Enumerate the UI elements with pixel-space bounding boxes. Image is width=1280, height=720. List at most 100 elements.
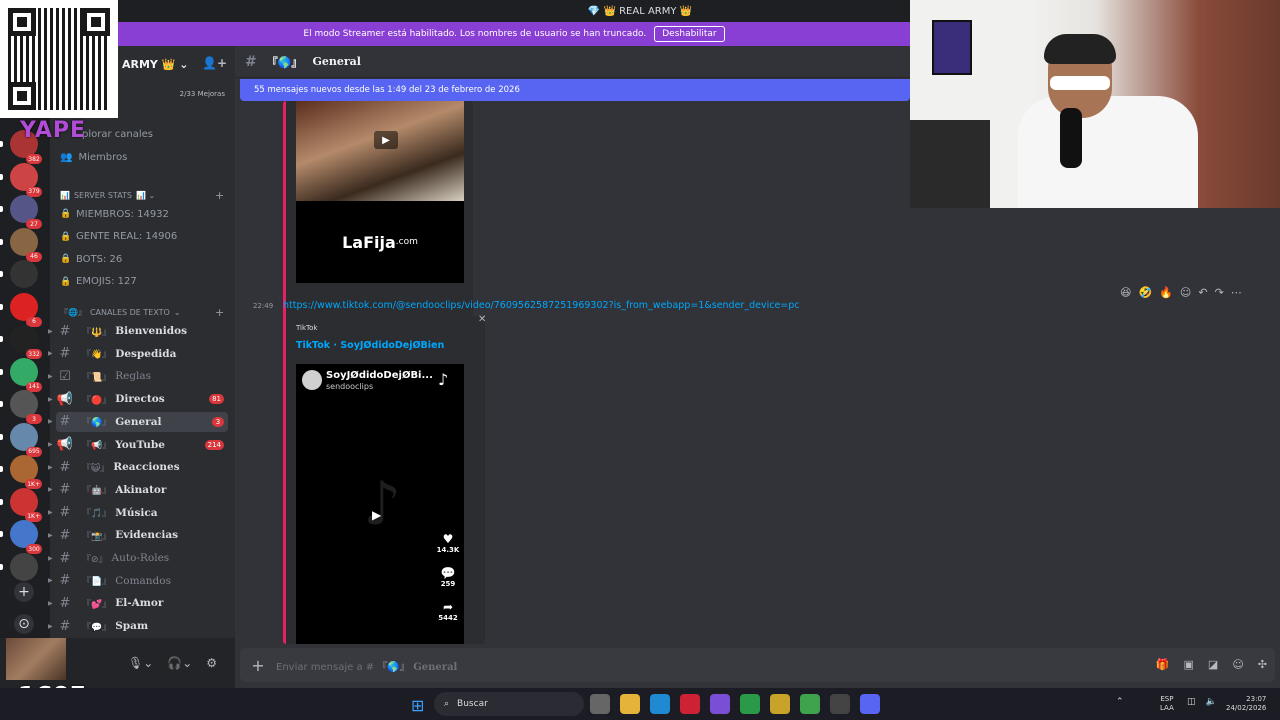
chevron-up-icon[interactable]: ⌃ (1116, 697, 1124, 707)
channel-item[interactable]: ▶ # 『😺』 Reacciones (48, 457, 228, 477)
upload-plus-icon[interactable]: + (240, 656, 276, 675)
unread-pill (0, 238, 3, 245)
video-thumbnail[interactable]: ▶ (296, 101, 464, 201)
reaction-fire-icon[interactable]: 🔥 (1159, 286, 1173, 299)
forward-icon[interactable]: ↷ (1215, 286, 1224, 299)
volume-icon[interactable]: 🔈 (1206, 697, 1217, 707)
shares-count: 5442 (438, 614, 458, 622)
shares-stat[interactable]: ➦ 5442 (436, 600, 460, 622)
windows-start-icon[interactable]: ⊞ (411, 696, 424, 715)
gift-icon[interactable]: 🎁 (1156, 658, 1170, 671)
likes-stat[interactable]: ♥ 14.3K (436, 532, 460, 554)
channel-item[interactable]: ▶ # 『💬』 Spam (48, 616, 228, 636)
channel-type-icon: # (59, 414, 71, 430)
play-icon[interactable]: ▶ (374, 131, 398, 149)
channel-item[interactable]: ▶ 📢 『📢』 YouTube 214 (48, 435, 228, 455)
stat-label: MIEMBROS: 14932 (76, 208, 169, 220)
stat-item[interactable]: 🔒 GENTE REAL: 14906 (60, 228, 177, 246)
task-view-icon[interactable] (590, 694, 610, 714)
chrome-icon[interactable] (800, 694, 820, 714)
channel-emoji: 『🌎』 (82, 418, 112, 429)
server-icon[interactable]: 46 (10, 227, 42, 262)
reaction-emoji-icon[interactable]: 😆 (1120, 286, 1131, 299)
app-icon[interactable] (680, 694, 700, 714)
server-icon[interactable]: 27 (10, 195, 42, 229)
channel-item[interactable]: ▶ # 『💕』 El-Amor (48, 593, 228, 613)
category-server-stats[interactable]: 📊 SERVER STATS 📊 ⌄ + (60, 188, 224, 202)
channel-item[interactable]: ▶ # 『📄』 Comandos (48, 571, 228, 591)
discover-icon[interactable]: ⊙ (14, 614, 34, 634)
channel-item[interactable]: ▶ # 『🔱』 Bienvenidos (48, 321, 228, 341)
channel-item[interactable]: ▶ # 『⊘』 Auto-Roles (48, 548, 228, 568)
reply-icon[interactable]: ↶ (1198, 286, 1207, 299)
taskbar-search[interactable]: ⌕ Buscar (434, 692, 584, 716)
message-composer[interactable]: + Enviar mensaje a # 『🌎』 General 🎁 ▣ ◪ ☺… (240, 648, 1275, 682)
server-icon[interactable]: 6 (10, 292, 42, 327)
members-item[interactable]: 👥 Miembros (60, 148, 127, 166)
add-member-icon[interactable]: 👤+ (202, 56, 227, 70)
wifi-icon[interactable]: ◫ (1187, 697, 1196, 707)
apps-icon[interactable]: ✣ (1258, 658, 1267, 671)
unread-caret-icon: ▶ (48, 395, 53, 403)
app-icon[interactable] (770, 694, 790, 714)
add-channel-icon[interactable]: + (215, 306, 224, 319)
server-icon[interactable]: 379 (10, 162, 42, 197)
chrome-icon[interactable] (740, 694, 760, 714)
comments-stat[interactable]: 💬 259 (436, 566, 460, 588)
channel-item[interactable]: ▶ 📢 『🔴』 Directos 81 (48, 389, 228, 409)
server-icon[interactable] (10, 260, 38, 288)
channel-item[interactable]: ▶ # 『🌎』 General 3 (48, 411, 228, 432)
ad-banner[interactable]: LaFija .com (296, 201, 464, 283)
stat-item[interactable]: 🔒 MIEMBROS: 14932 (60, 205, 169, 223)
tiktok-player[interactable]: SoyJØdidoDejØBi... sendooclips ♪ ♪ ▶ ♥ 1… (296, 364, 464, 644)
server-icon[interactable]: 1K+ (10, 455, 42, 489)
headphones-icon[interactable]: 🎧⌄ (167, 656, 192, 670)
server-icon[interactable] (10, 552, 38, 581)
channel-item[interactable]: ▶ # 『🎵』 Música (48, 503, 228, 523)
unread-pill (0, 368, 3, 375)
language-indicator[interactable]: ESP LAA (1160, 695, 1174, 713)
play-icon[interactable]: ▶ (372, 508, 381, 522)
channel-item[interactable]: ▶ # 『👋』 Despedida (48, 344, 228, 364)
category-text-channels[interactable]: 『🌐』 CANALES DE TEXTO ⌄ + (60, 305, 224, 319)
add-reaction-icon[interactable]: ☺ (1180, 286, 1191, 299)
more-icon[interactable]: ⋯ (1231, 286, 1242, 299)
close-icon[interactable]: ✕ (478, 314, 486, 325)
boost-value: 2/33 Mejoras (179, 90, 225, 98)
sticker-icon[interactable]: ◪ (1208, 658, 1218, 671)
microphone-icon[interactable]: 🎙⌄ (128, 656, 153, 670)
disable-streamer-button[interactable]: Deshabilitar (654, 26, 725, 42)
file-explorer-icon[interactable] (620, 694, 640, 714)
edge-icon[interactable] (650, 694, 670, 714)
server-icon[interactable]: 300 (10, 520, 42, 554)
add-server-icon[interactable]: + (14, 582, 34, 602)
stats-icon: 📊 (60, 190, 70, 200)
server-icon[interactable]: 141 (10, 357, 42, 392)
server-icon[interactable]: 695 (10, 422, 42, 457)
settings-gear-icon[interactable]: ⚙ (206, 656, 217, 670)
taskbar-clock[interactable]: 23:07 24/02/2026 (1226, 695, 1266, 713)
server-icon[interactable]: 1K+ (10, 487, 42, 522)
unread-pill (0, 206, 3, 212)
user-avatar[interactable] (6, 638, 66, 680)
discord-icon[interactable] (860, 694, 880, 714)
copilot-icon[interactable] (710, 694, 730, 714)
gif-icon[interactable]: ▣ (1184, 658, 1194, 671)
heart-icon: ♥ (442, 532, 454, 546)
emoji-icon[interactable]: ☺ (1232, 658, 1243, 671)
channel-item[interactable]: ▶ ☑ 『📜』 Reglas (48, 366, 228, 386)
stat-item[interactable]: 🔒 EMOJIS: 127 (60, 273, 137, 291)
embed-title[interactable]: TikTok · SoyJØdidoDejØBien (296, 340, 444, 351)
add-channel-icon[interactable]: + (215, 189, 224, 202)
server-icon[interactable]: 332 (10, 325, 42, 359)
server-icon[interactable]: 3 (10, 390, 42, 424)
channel-item[interactable]: ▶ # 『📸』 Evidencias (48, 525, 228, 545)
new-messages-bar[interactable]: 55 mensajes nuevos desde las 1:49 del 23… (240, 79, 910, 101)
clock-time: 23:07 (1246, 695, 1267, 703)
message-link[interactable]: https://www.tiktok.com/@sendooclips/vide… (283, 300, 800, 311)
reaction-emoji-icon[interactable]: 🤣 (1138, 286, 1152, 299)
app-icon[interactable] (830, 694, 850, 714)
unread-caret-icon: ▶ (48, 463, 53, 471)
channel-item[interactable]: ▶ # 『🤖』 Akinator (48, 480, 228, 500)
stat-item[interactable]: 🔒 BOTS: 26 (60, 250, 122, 268)
